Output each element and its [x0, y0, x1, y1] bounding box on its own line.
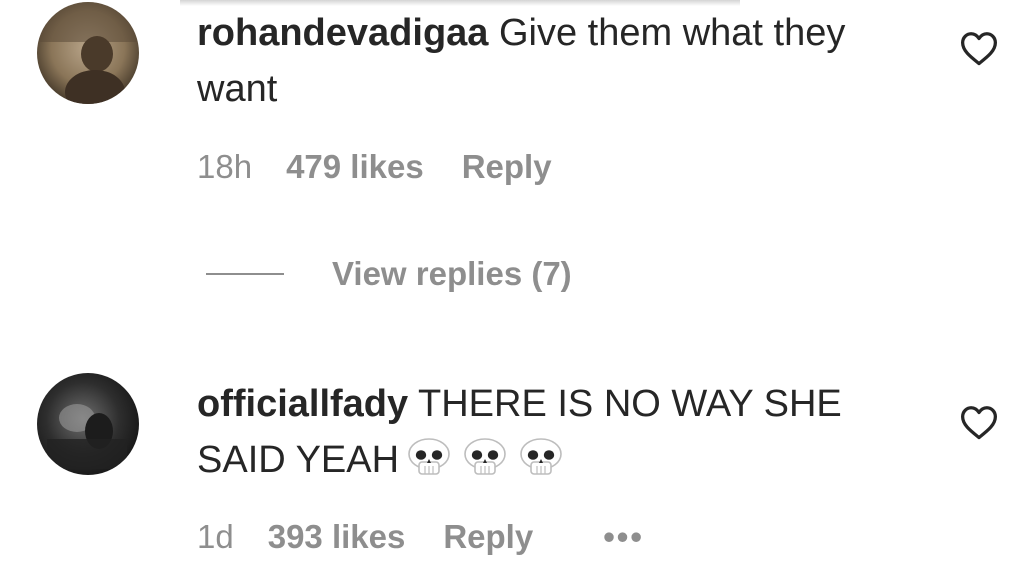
skull-emoji: [459, 438, 511, 494]
comment-username[interactable]: rohandevadigaa: [197, 12, 488, 54]
more-options-button[interactable]: •••: [603, 518, 644, 556]
comment-text: rohandevadigaa Give them what they want: [197, 5, 897, 117]
comment-text: officiallfady THERE IS NO WAY SHE SAID Y…: [197, 376, 897, 494]
comment-age: 18h: [197, 148, 253, 185]
likes-count[interactable]: 393 likes: [268, 518, 406, 556]
comment-meta: 1d 393 likes Reply •••: [197, 518, 644, 556]
comment-meta: 18h 479 likes Reply: [197, 148, 552, 186]
comment-age: 1d: [197, 518, 234, 555]
reply-button[interactable]: Reply: [462, 148, 552, 186]
avatar[interactable]: [37, 373, 139, 475]
reply-button[interactable]: Reply: [443, 518, 533, 556]
view-replies-button[interactable]: View replies (7): [206, 254, 572, 294]
avatar[interactable]: [37, 2, 139, 104]
view-replies-label: View replies (7): [332, 255, 572, 292]
divider-line: [206, 273, 284, 275]
likes-count[interactable]: 479 likes: [286, 148, 424, 186]
heart-icon[interactable]: [959, 30, 999, 66]
comment-username[interactable]: officiallfady: [197, 383, 408, 425]
skull-emoji: [515, 438, 567, 494]
skull-emoji: [403, 438, 455, 494]
heart-icon[interactable]: [959, 404, 999, 440]
